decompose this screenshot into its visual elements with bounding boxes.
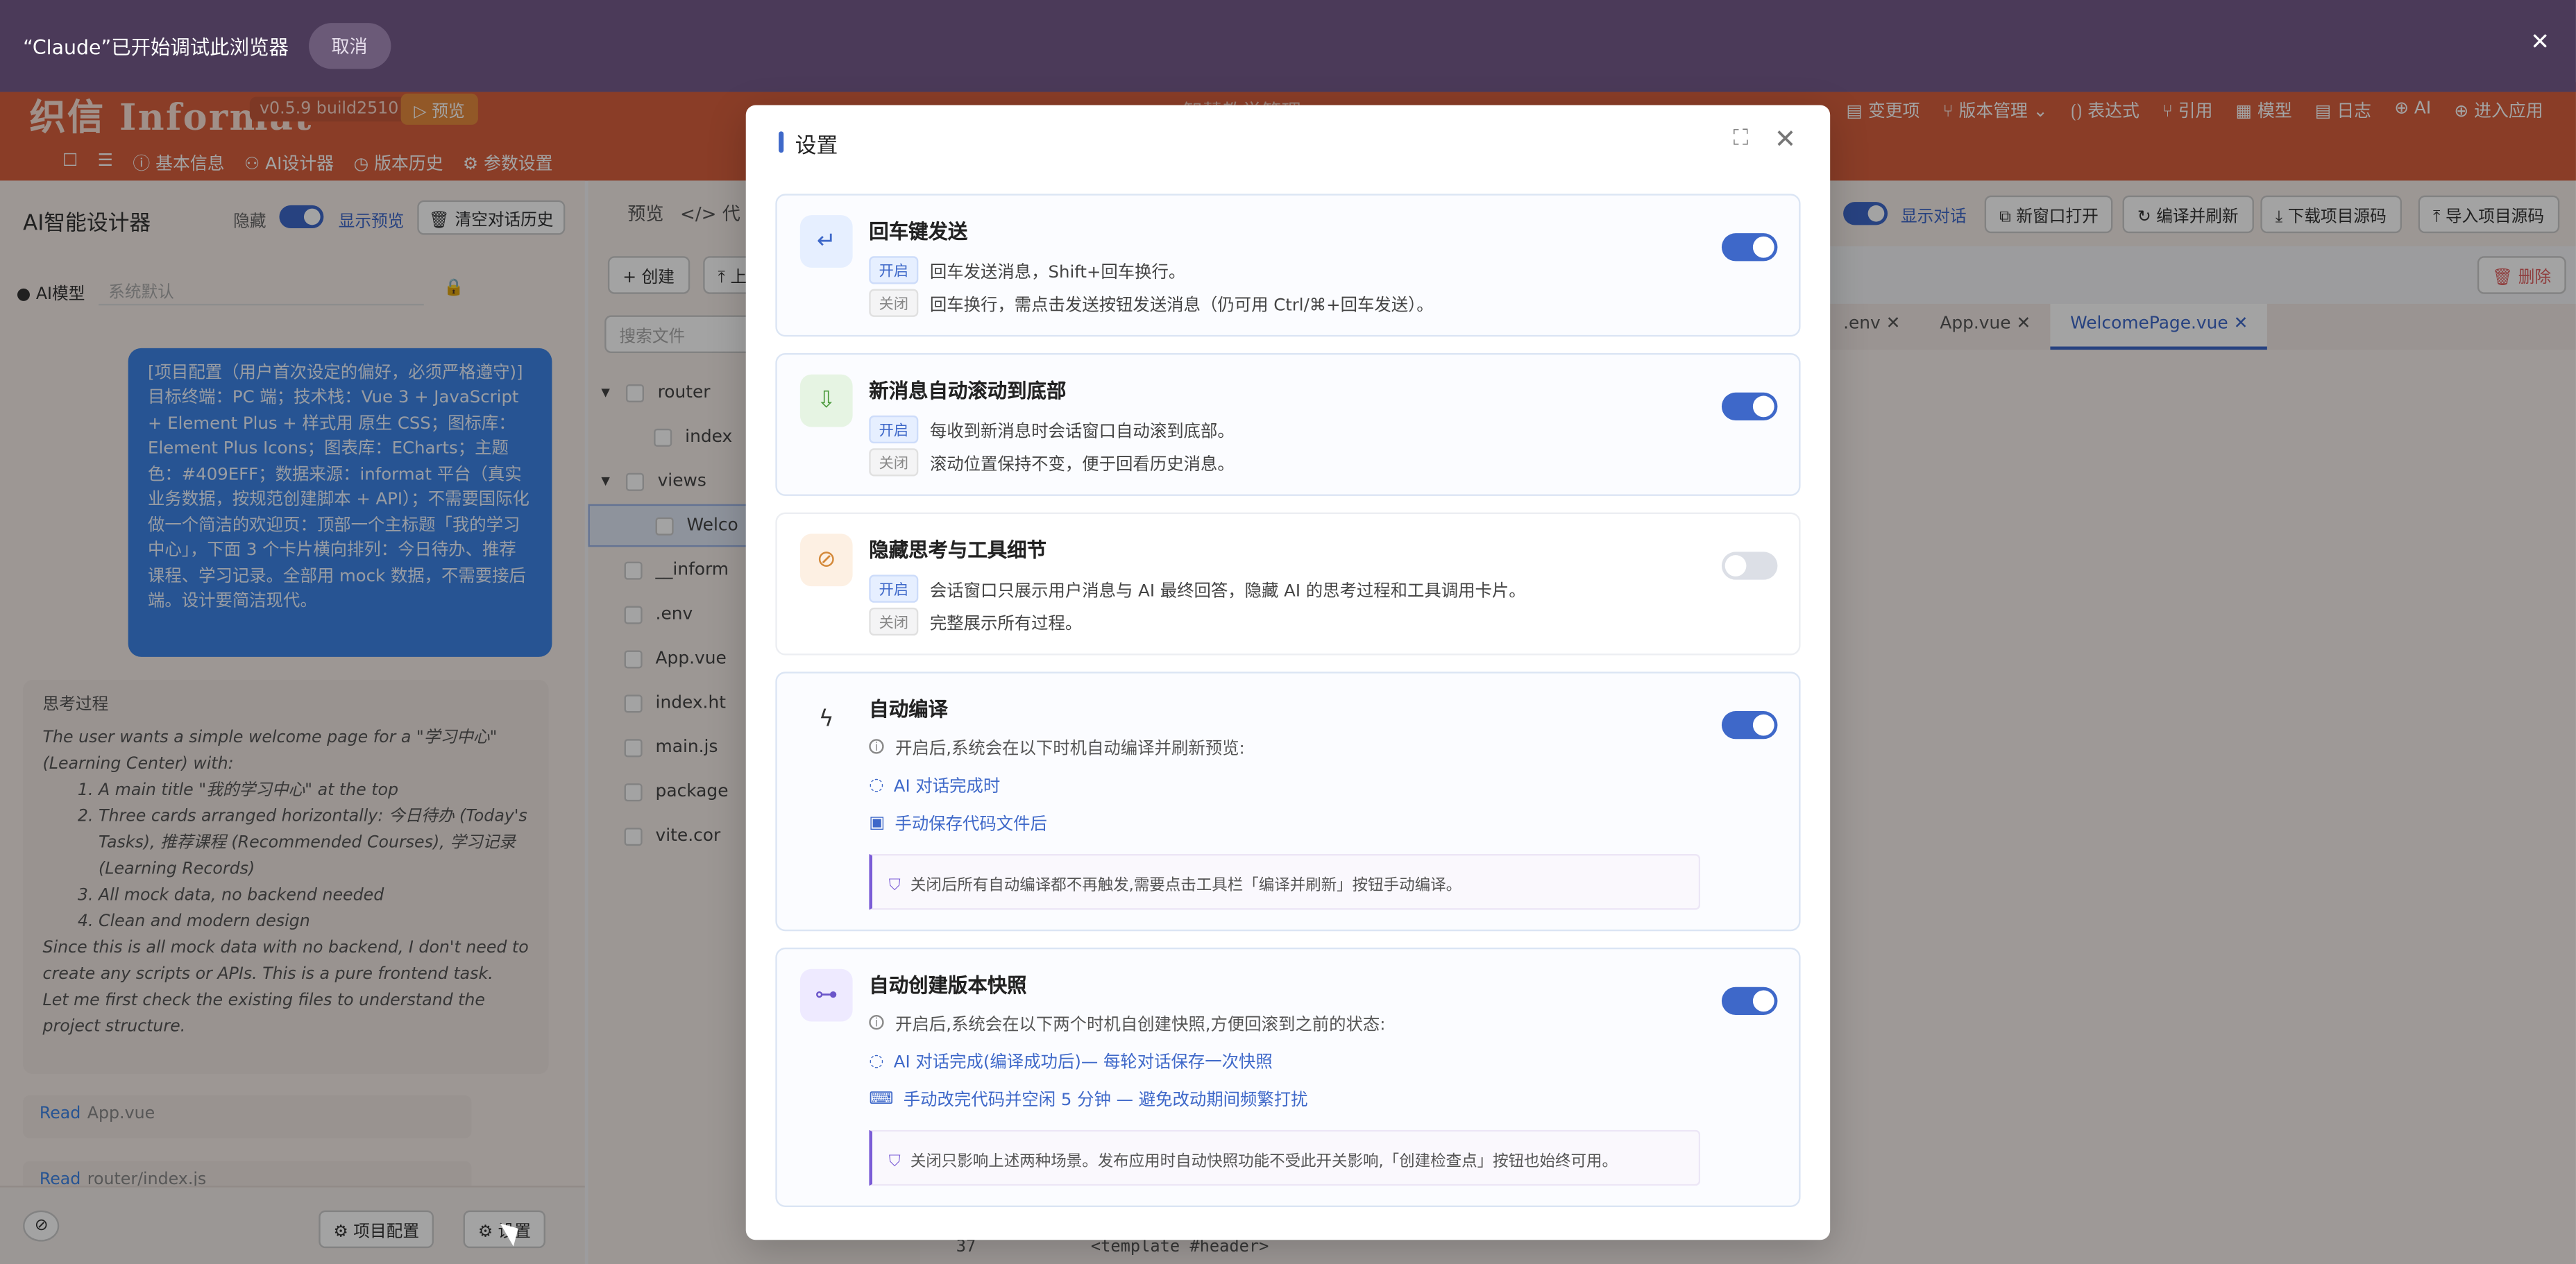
- note-text: 关闭后所有自动编译都不再触发,需要点击工具栏「编译并刷新」按钮手动编译。: [910, 877, 1462, 896]
- keyboard-icon: ⌨: [869, 1088, 894, 1108]
- on-tag: 开启: [869, 574, 919, 603]
- auto-snapshot-toggle[interactable]: [1721, 987, 1778, 1015]
- eye-off-icon: ⊘: [799, 533, 853, 587]
- debug-message: “Claude”已开始调试此浏览器: [23, 35, 289, 59]
- setting-auto-snapshot: ⊶ 自动创建版本快照 i 开启后,系统会在以下两个时机自创建快照,方便回滚到之前的…: [775, 947, 1801, 1207]
- setting-title: 新消息自动滚动到底部: [869, 379, 1067, 402]
- enter-send-toggle[interactable]: [1721, 233, 1778, 262]
- trigger-text: 手动保存代码文件后: [895, 814, 1047, 835]
- hide-thinking-toggle[interactable]: [1721, 552, 1778, 580]
- off-tag: 关闭: [869, 607, 919, 636]
- trigger-text: 手动改完代码并空闲 5 分钟 — 避免改动期间频繁打扰: [903, 1090, 1308, 1111]
- trigger-line: ◌ AI 对话完成时: [869, 772, 1001, 797]
- off-tag: 关闭: [869, 448, 919, 477]
- setting-off-text: 完整展示所有过程。: [929, 614, 1083, 634]
- setting-on-line: 开启 回车发送消息，Shift+回车换行。: [869, 256, 1185, 284]
- close-icon[interactable]: ✕: [2530, 30, 2550, 56]
- setting-desc-line: i 开启后,系统会在以下两个时机自创建快照,方便回滚到之前的状态:: [869, 1010, 1386, 1035]
- setting-title: 自动创建版本快照: [869, 973, 1027, 997]
- info-icon: i: [869, 739, 884, 754]
- shield-icon: ⛉: [888, 877, 901, 896]
- setting-off-line: 关闭 滚动位置保持不变，便于回看历史消息。: [869, 448, 1235, 477]
- title-accent: [779, 131, 784, 153]
- commit-icon: ⊶: [799, 968, 853, 1022]
- setting-on-text: 每收到新消息时会话窗口自动滚到底部。: [929, 422, 1235, 442]
- setting-enter-send: ↵ 回车键发送 开启 回车发送消息，Shift+回车换行。 关闭 回车换行，需点击发…: [775, 194, 1801, 337]
- debug-banner: “Claude”已开始调试此浏览器 取消 ✕: [0, 0, 2576, 92]
- dialog-title: 设置: [795, 135, 838, 160]
- app-root: 织信 Informat v0.5.9 build2510 ▷ 预览 智慧教学管理…: [0, 0, 2576, 1264]
- close-icon[interactable]: ✕: [1774, 123, 1797, 155]
- trigger-line: ◌ AI 对话完成(编译成功后)— 每轮对话保存一次快照: [869, 1048, 1272, 1073]
- auto-scroll-toggle[interactable]: [1721, 392, 1778, 421]
- setting-desc: 开启后,系统会在以下时机自动编译并刷新预览:: [895, 739, 1245, 759]
- setting-desc-line: i 开启后,系统会在以下时机自动编译并刷新预览:: [869, 734, 1245, 759]
- trigger-line: ▣ 手动保存代码文件后: [869, 810, 1047, 835]
- setting-note: ⛉ 关闭后所有自动编译都不再触发,需要点击工具栏「编译并刷新」按钮手动编译。: [869, 853, 1701, 910]
- setting-on-line: 开启 会话窗口只展示用户消息与 AI 最终回答，隐藏 AI 的思考过程和工具调用卡…: [869, 574, 1526, 603]
- save-icon: ▣: [869, 812, 886, 832]
- setting-hide-thinking: ⊘ 隐藏思考与工具细节 开启 会话窗口只展示用户消息与 AI 最终回答，隐藏 AI…: [775, 512, 1801, 656]
- setting-on-text: 会话窗口只展示用户消息与 AI 最终回答，隐藏 AI 的思考过程和工具调用卡片。: [929, 581, 1526, 601]
- chat-icon: ◌: [869, 774, 884, 794]
- chat-icon: ◌: [869, 1050, 884, 1070]
- enter-icon: ↵: [799, 215, 853, 268]
- info-icon: i: [869, 1014, 884, 1030]
- setting-off-line: 关闭 完整展示所有过程。: [869, 607, 1083, 636]
- setting-desc: 开启后,系统会在以下两个时机自创建快照,方便回滚到之前的状态:: [895, 1014, 1386, 1035]
- scroll-down-icon: ⇩: [799, 374, 853, 427]
- setting-on-line: 开启 每收到新消息时会话窗口自动滚到底部。: [869, 415, 1235, 444]
- trigger-line: ⌨ 手动改完代码并空闲 5 分钟 — 避免改动期间频繁打扰: [869, 1086, 1308, 1111]
- setting-note: ⛉ 关闭只影响上述两种场景。发布应用时自动快照功能不受此开关影响,「创建检查点」按…: [869, 1129, 1701, 1186]
- setting-off-text: 回车换行，需点击发送按钮发送消息（仍可用 Ctrl/⌘+回车发送）。: [929, 296, 1434, 316]
- settings-dialog: 设置 ⛶ ✕ ↵ 回车键发送 开启 回车发送消息，Shift+回车换行。 关闭 回车…: [745, 105, 1831, 1240]
- auto-compile-toggle[interactable]: [1721, 711, 1778, 740]
- trigger-text: AI 对话完成时: [893, 776, 1001, 797]
- cancel-button[interactable]: 取消: [308, 23, 391, 69]
- trigger-text: AI 对话完成(编译成功后)— 每轮对话保存一次快照: [893, 1052, 1273, 1073]
- setting-off-text: 滚动位置保持不变，便于回看历史消息。: [929, 454, 1235, 475]
- expand-icon[interactable]: ⛶: [1734, 126, 1749, 151]
- setting-on-text: 回车发送消息，Shift+回车换行。: [929, 262, 1186, 283]
- setting-title: 回车键发送: [869, 220, 968, 244]
- setting-auto-scroll: ⇩ 新消息自动滚动到底部 开启 每收到新消息时会话窗口自动滚到底部。 关闭 滚动位置…: [775, 352, 1801, 496]
- setting-off-line: 关闭 回车换行，需点击发送按钮发送消息（仍可用 Ctrl/⌘+回车发送）。: [869, 289, 1434, 317]
- on-tag: 开启: [869, 256, 919, 284]
- setting-title: 隐藏思考与工具细节: [869, 538, 1047, 562]
- lightning-icon: ϟ: [818, 706, 834, 733]
- note-text: 关闭只影响上述两种场景。发布应用时自动快照功能不受此开关影响,「创建检查点」按钮…: [910, 1152, 1618, 1171]
- setting-title: 自动编译: [869, 698, 948, 721]
- setting-auto-compile: ϟ 自动编译 i 开启后,系统会在以下时机自动编译并刷新预览: ◌ AI 对话完成时…: [775, 672, 1801, 932]
- off-tag: 关闭: [869, 289, 919, 317]
- shield-icon: ⛉: [888, 1152, 901, 1171]
- on-tag: 开启: [869, 415, 919, 444]
